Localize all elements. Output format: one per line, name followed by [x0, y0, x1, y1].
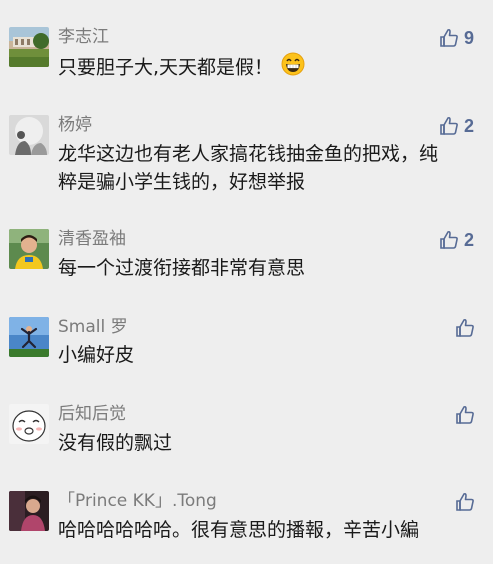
- comment-text-line: 龙华这边也有老人家搞花钱抽金鱼的把戏，纯: [58, 143, 439, 165]
- comment-text-content: 只要胆子大,天天都是假！: [58, 56, 274, 79]
- commenter-name[interactable]: 杨婷: [58, 114, 92, 136]
- cartoon-face-icon: [9, 404, 49, 444]
- comment-item: 李志江 只要胆子大,天天都是假！ 9: [0, 0, 493, 90]
- like-count: 9: [464, 27, 475, 48]
- avatar[interactable]: [9, 404, 49, 444]
- dark-portrait-icon: [9, 491, 49, 531]
- comment-text-content: 哈哈哈哈哈哈。很有意思的播報，辛苦小編: [58, 519, 420, 541]
- comment-text: 哈哈哈哈哈哈。很有意思的播報，辛苦小編: [58, 516, 478, 544]
- person-yellow-icon: [9, 229, 49, 269]
- thumbs-up-icon: [440, 28, 458, 47]
- avatar[interactable]: [9, 115, 49, 155]
- like-button[interactable]: [455, 403, 475, 427]
- like-button[interactable]: [455, 490, 475, 514]
- like-button[interactable]: 9: [439, 26, 474, 50]
- avatar[interactable]: [9, 27, 49, 67]
- grey-portrait-icon: [9, 115, 49, 155]
- comment-text-content: 每一个过渡衔接都非常有意思: [58, 257, 306, 279]
- commenter-name[interactable]: 李志江: [58, 26, 109, 48]
- comment-text: 小编好皮: [58, 341, 478, 369]
- grinning-face-emoji-icon: [281, 52, 305, 84]
- commenter-name[interactable]: 后知后觉: [58, 403, 126, 425]
- comment-text: 只要胆子大,天天都是假！: [58, 52, 478, 84]
- comment-text-line: 粹是骗小学生钱的，好想举报: [58, 171, 306, 193]
- avatar[interactable]: [9, 317, 49, 357]
- thumbs-up-icon: [456, 405, 474, 424]
- like-button[interactable]: 2: [439, 228, 474, 252]
- thumbs-up-icon: [440, 116, 458, 135]
- like-count: 2: [464, 229, 475, 250]
- comment-text: 龙华这边也有老人家搞花钱抽金鱼的把戏，纯 粹是骗小学生钱的，好想举报: [58, 140, 478, 196]
- commenter-name[interactable]: 「Prince KK」.Tong: [58, 490, 217, 512]
- comment-text: 没有假的飘过: [58, 429, 478, 457]
- avatar[interactable]: [9, 491, 49, 531]
- commenter-name[interactable]: Small 罗: [58, 316, 128, 338]
- thumbs-up-icon: [456, 318, 474, 337]
- comment-text: 每一个过渡衔接都非常有意思: [58, 254, 478, 282]
- comment-text-content: 没有假的飘过: [58, 432, 173, 454]
- like-button[interactable]: 2: [439, 114, 474, 138]
- commenter-name[interactable]: 清香盈袖: [58, 228, 126, 250]
- like-button[interactable]: [455, 316, 475, 340]
- like-count: 2: [464, 115, 475, 136]
- thumbs-up-icon: [440, 230, 458, 249]
- thumbs-up-icon: [456, 492, 474, 511]
- avatar[interactable]: [9, 229, 49, 269]
- jumping-sky-icon: [9, 317, 49, 357]
- comment-text-content: 小编好皮: [58, 344, 135, 366]
- garden-photo-icon: [9, 27, 49, 67]
